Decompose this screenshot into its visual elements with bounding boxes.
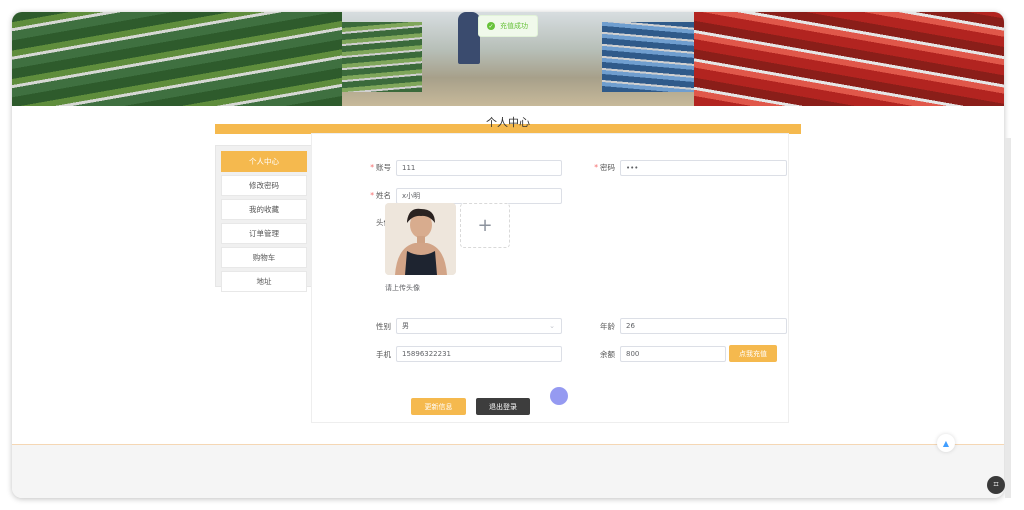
gender-select[interactable]: 男 ⌄ [396,318,562,334]
gender-label: 性别 [376,322,391,331]
account-input[interactable]: 111 [396,160,562,176]
update-info-button[interactable]: 更新信息 [411,398,466,415]
success-toast: ✓ 充值成功 [478,15,538,37]
age-label: 年龄 [600,322,615,331]
sidebar-item-change-password[interactable]: 修改密码 [221,175,307,196]
balance-label: 余额 [600,350,615,359]
banner-shopper [458,12,480,64]
back-to-top-button[interactable]: ▲ [937,434,955,452]
gender-value: 男 [402,322,409,330]
profile-form-panel [311,133,789,423]
avatar-image[interactable] [385,203,456,275]
toast-message: 充值成功 [500,22,528,30]
banner-shelf-mid-left [342,22,422,92]
page-scrollbar[interactable] [1005,138,1011,498]
name-input[interactable]: x小明 [396,188,562,204]
recharge-button[interactable]: 点我充值 [729,345,777,362]
avatar-portrait [385,203,456,275]
page-title: 个人中心 [486,116,530,129]
avatar-upload-button[interactable]: + [460,203,510,248]
banner-image: ✓ 充值成功 [12,12,1004,106]
avatar-hint: 请上传头像 [385,284,420,292]
chevron-down-icon: ⌄ [549,322,555,330]
account-label: * 账号 [370,163,391,172]
banner-shelf-right [694,12,1004,106]
screenshot-icon[interactable]: ⌗ [987,476,1005,494]
age-input[interactable]: 26 [620,318,787,334]
page-footer [12,445,1004,498]
banner-shelf-mid-right [602,22,694,92]
sidebar-item-profile[interactable]: 个人中心 [221,151,307,172]
password-input[interactable]: ••• [620,160,787,176]
sidebar-item-cart[interactable]: 购物车 [221,247,307,268]
plus-icon: + [477,215,493,236]
phone-input[interactable]: 15896322231 [396,346,562,362]
check-circle-icon: ✓ [487,22,495,30]
sidebar-item-orders[interactable]: 订单管理 [221,223,307,244]
name-label: * 姓名 [370,191,391,200]
sidebar-item-favorites[interactable]: 我的收藏 [221,199,307,220]
phone-label: 手机 [376,350,391,359]
page-header: 个人中心 [215,112,801,134]
sidebar: 个人中心 修改密码 我的收藏 订单管理 购物车 地址 [215,145,313,292]
sidebar-item-address[interactable]: 地址 [221,271,307,292]
password-label: * 密码 [594,163,615,172]
banner-shelf-left [12,12,342,106]
caret-up-icon: ▲ [942,438,950,448]
balance-input[interactable]: 800 [620,346,726,362]
logout-button[interactable]: 退出登录 [476,398,530,415]
mouse-cursor-indicator [550,387,568,405]
